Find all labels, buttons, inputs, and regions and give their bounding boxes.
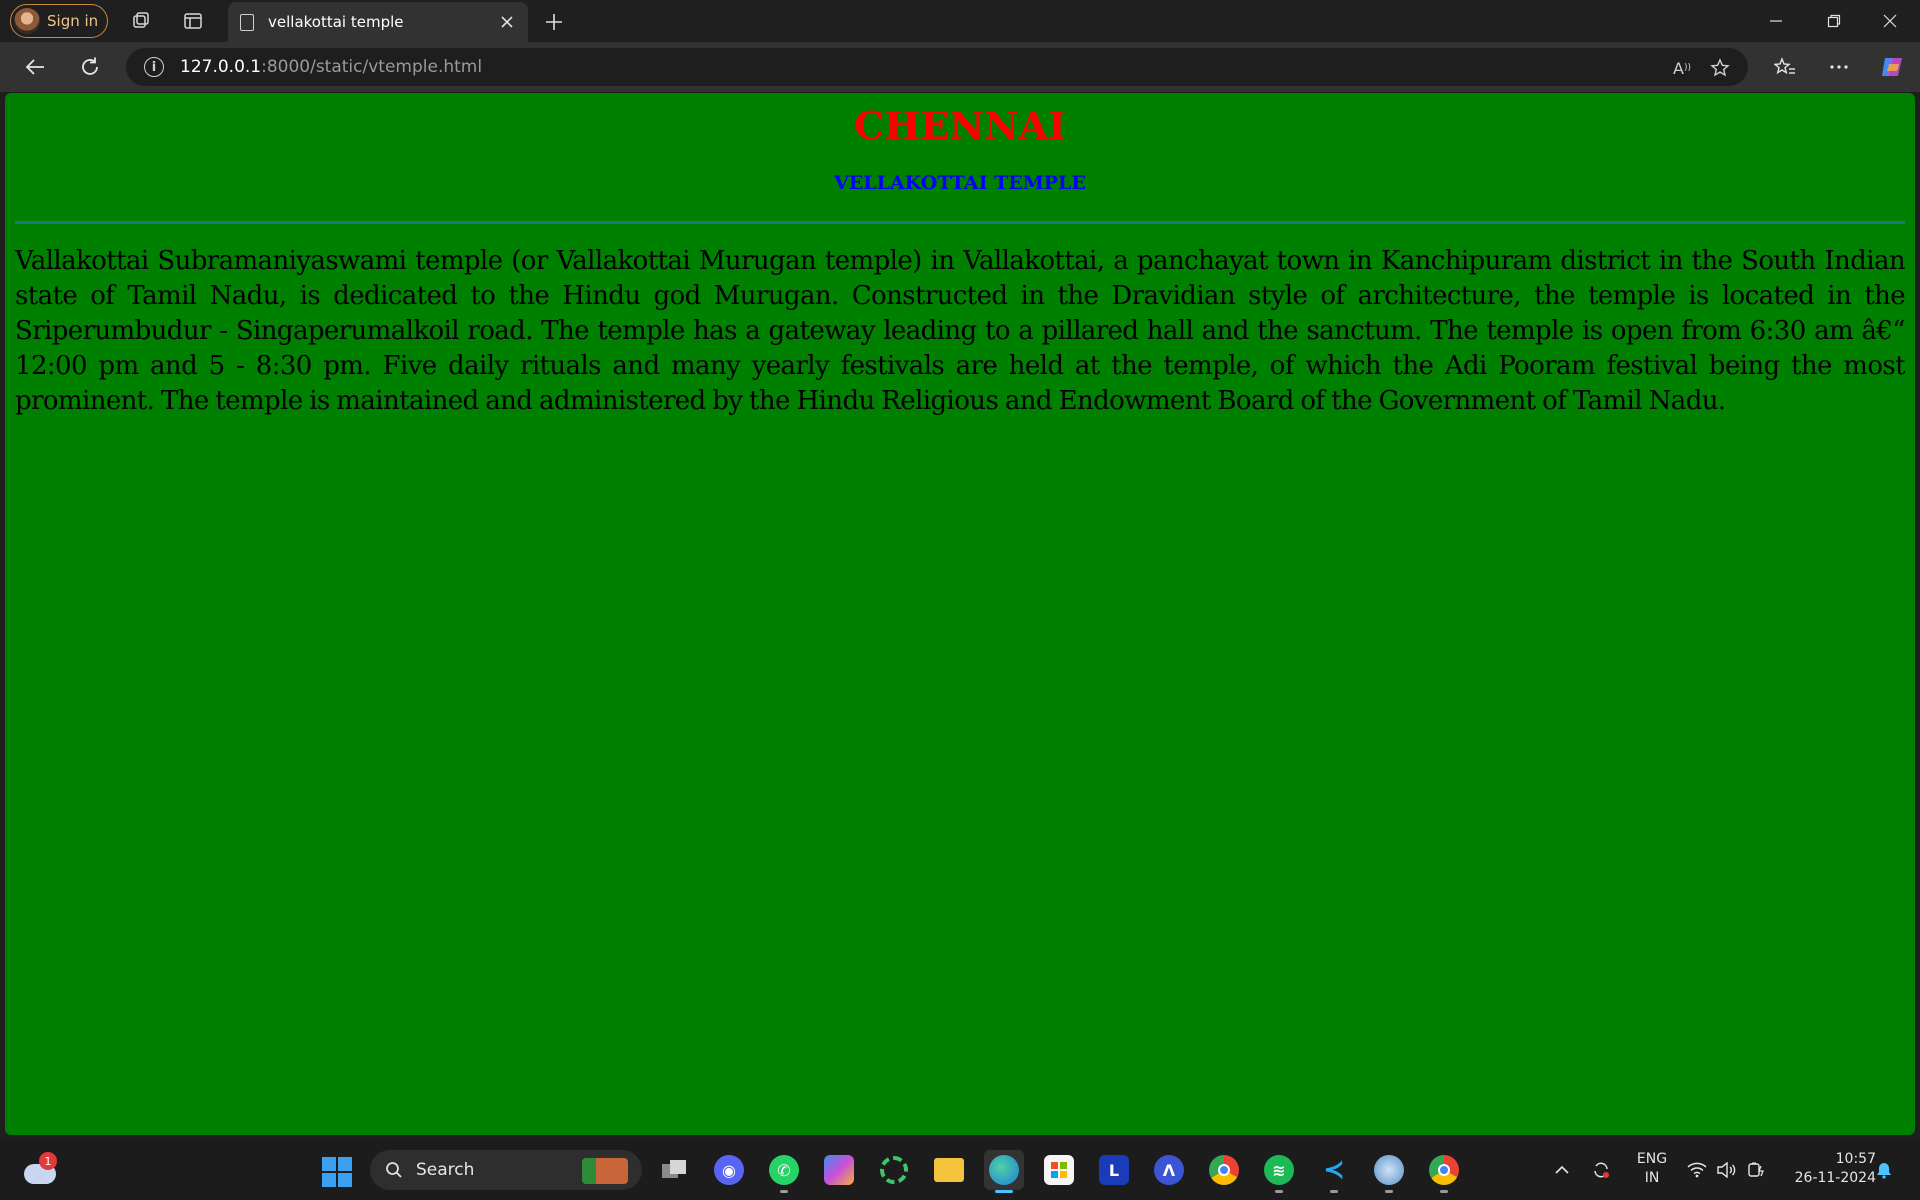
notification-badge: 1 bbox=[39, 1152, 57, 1170]
workspaces-icon[interactable] bbox=[128, 8, 154, 34]
vscode-icon[interactable]: ≺ bbox=[1314, 1150, 1354, 1193]
l-app-icon[interactable]: L bbox=[1094, 1150, 1134, 1190]
chrome-profile-icon[interactable] bbox=[1424, 1150, 1464, 1193]
running-indicator bbox=[1330, 1190, 1338, 1193]
battery-icon[interactable] bbox=[1746, 1159, 1768, 1181]
back-icon[interactable] bbox=[20, 52, 50, 82]
taskbar: 1 Search ◉ ✆ L Λ ≋ ≺ ENG IN 10:57 26-11-… bbox=[0, 1140, 1920, 1200]
active-indicator bbox=[995, 1190, 1013, 1193]
file-explorer-icon[interactable] bbox=[929, 1150, 969, 1190]
microsoft-store-icon[interactable] bbox=[1039, 1150, 1079, 1190]
volume-icon[interactable] bbox=[1716, 1159, 1738, 1181]
start-button[interactable] bbox=[322, 1157, 352, 1187]
site-info-icon[interactable]: i bbox=[144, 57, 164, 77]
url-text[interactable]: 127.0.0.1:8000/static/vtemple.html bbox=[180, 57, 482, 77]
search-highlight-image bbox=[582, 1158, 628, 1184]
page-viewport: CHENNAI VELLAKOTTAI TEMPLE Vallakottai S… bbox=[5, 93, 1915, 1135]
minimize-icon[interactable] bbox=[1756, 6, 1796, 36]
language-code: ENG bbox=[1636, 1151, 1668, 1167]
avatar bbox=[14, 8, 40, 34]
window-close-icon[interactable] bbox=[1870, 6, 1910, 36]
url-path: :8000/static/vtemple.html bbox=[261, 57, 483, 77]
search-label: Search bbox=[416, 1160, 475, 1180]
chrome-icon[interactable] bbox=[1204, 1150, 1244, 1190]
windows-logo-tile bbox=[322, 1173, 336, 1187]
page-subtitle: VELLAKOTTAI TEMPLE bbox=[834, 172, 1086, 194]
sign-in-button[interactable]: Sign in bbox=[10, 4, 108, 38]
spotify-icon[interactable]: ≋ bbox=[1259, 1150, 1299, 1193]
search-icon bbox=[384, 1160, 404, 1180]
restore-icon[interactable] bbox=[1814, 6, 1854, 36]
whatsapp-icon[interactable]: ✆ bbox=[764, 1150, 804, 1193]
favorites-icon[interactable] bbox=[1770, 52, 1800, 82]
browser-toolbar: i 127.0.0.1:8000/static/vtemple.html A)) bbox=[0, 42, 1920, 92]
sign-in-label: Sign in bbox=[47, 12, 99, 30]
copilot-icon[interactable] bbox=[1877, 52, 1907, 82]
vertical-tabs-icon[interactable] bbox=[180, 8, 206, 34]
address-bar[interactable]: i 127.0.0.1:8000/static/vtemple.html A)) bbox=[126, 48, 1748, 86]
read-aloud-icon[interactable]: A)) bbox=[1670, 56, 1694, 80]
favorite-star-icon[interactable] bbox=[1708, 56, 1732, 80]
clock-time: 10:57 bbox=[1835, 1151, 1876, 1167]
refresh-icon[interactable] bbox=[75, 52, 105, 82]
edge-icon[interactable] bbox=[984, 1150, 1024, 1193]
region-code: IN bbox=[1644, 1170, 1660, 1186]
notification-bell-icon[interactable] bbox=[1873, 1159, 1895, 1181]
wifi-icon[interactable] bbox=[1686, 1159, 1708, 1181]
url-host: 127.0.0.1 bbox=[180, 57, 262, 77]
tab-title: vellakottai temple bbox=[268, 13, 404, 31]
vector-app-icon[interactable]: Λ bbox=[1149, 1150, 1189, 1190]
weather-widget[interactable]: 1 bbox=[22, 1152, 60, 1190]
windows-logo-tile bbox=[338, 1157, 352, 1171]
sync-status-icon[interactable] bbox=[1590, 1159, 1612, 1181]
windows-logo-tile bbox=[322, 1157, 336, 1171]
running-indicator bbox=[780, 1190, 788, 1193]
page-icon bbox=[240, 13, 254, 31]
horizontal-rule bbox=[15, 221, 1905, 224]
running-indicator bbox=[1275, 1190, 1283, 1193]
running-indicator bbox=[1440, 1190, 1448, 1193]
taskbar-search[interactable]: Search bbox=[370, 1150, 642, 1190]
close-icon[interactable] bbox=[496, 11, 518, 33]
running-indicator bbox=[1385, 1190, 1393, 1193]
temple-description: Vallakottai Subramaniyaswami temple (or … bbox=[15, 246, 1906, 416]
task-view-icon[interactable] bbox=[654, 1150, 694, 1190]
tab-vellakottai-temple[interactable]: vellakottai temple bbox=[228, 2, 528, 42]
system-clock[interactable]: 10:57 26-11-2024 bbox=[1776, 1150, 1876, 1188]
more-options-icon[interactable] bbox=[1824, 52, 1854, 82]
browser-titlebar: Sign in vellakottai temple bbox=[0, 0, 1920, 42]
new-tab-icon[interactable] bbox=[540, 8, 568, 36]
discord-icon[interactable]: ◉ bbox=[709, 1150, 749, 1190]
network-app-icon[interactable] bbox=[1369, 1150, 1409, 1193]
copilot-app-icon[interactable] bbox=[819, 1150, 859, 1190]
chevron-up-icon[interactable] bbox=[1551, 1159, 1573, 1181]
clock-date: 26-11-2024 bbox=[1794, 1170, 1876, 1186]
page-title: CHENNAI bbox=[854, 103, 1066, 148]
sync-app-icon[interactable] bbox=[874, 1150, 914, 1190]
windows-logo-tile bbox=[338, 1173, 352, 1187]
language-indicator[interactable]: ENG IN bbox=[1630, 1150, 1674, 1188]
